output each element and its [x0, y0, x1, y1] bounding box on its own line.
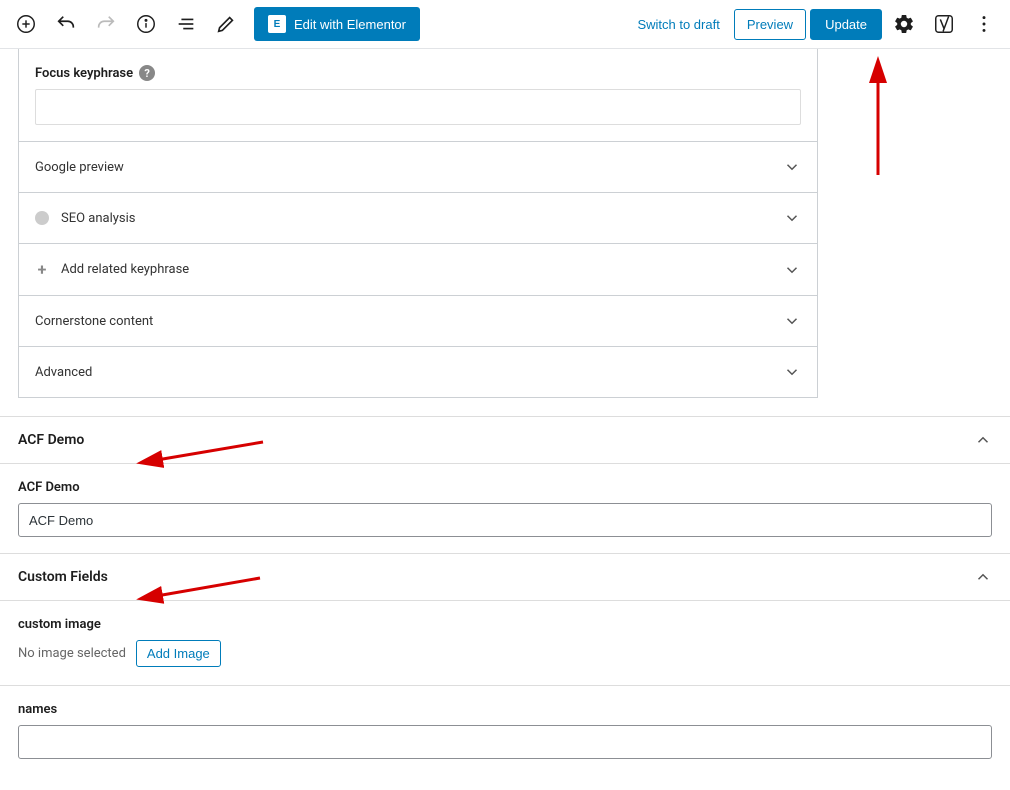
- seo-analysis-row[interactable]: SEO analysis: [19, 193, 817, 244]
- acf-demo-panel-body: ACF Demo: [0, 464, 1010, 553]
- cornerstone-label: Cornerstone content: [35, 314, 153, 329]
- advanced-row[interactable]: Advanced: [19, 347, 817, 397]
- yoast-seo-panel: Focus keyphrase ? Google preview SEO ana…: [18, 49, 818, 398]
- edit-icon[interactable]: [208, 6, 244, 42]
- chevron-down-icon: [783, 312, 801, 330]
- outline-icon[interactable]: [168, 6, 204, 42]
- google-preview-label: Google preview: [35, 160, 124, 175]
- undo-icon[interactable]: [48, 6, 84, 42]
- add-related-keyphrase-label: Add related keyphrase: [61, 262, 189, 277]
- names-field-label: names: [18, 702, 992, 717]
- elementor-button-label: Edit with Elementor: [294, 17, 406, 32]
- cornerstone-content-row[interactable]: Cornerstone content: [19, 296, 817, 347]
- annotation-arrow-update: [860, 55, 900, 185]
- chevron-up-icon: [974, 568, 992, 586]
- add-related-keyphrase-row[interactable]: + Add related keyphrase: [19, 244, 817, 296]
- plus-icon: +: [35, 260, 49, 279]
- focus-keyphrase-input[interactable]: [35, 89, 801, 125]
- yoast-icon[interactable]: [926, 6, 962, 42]
- chevron-down-icon: [783, 363, 801, 381]
- settings-gear-icon[interactable]: [886, 6, 922, 42]
- google-preview-row[interactable]: Google preview: [19, 142, 817, 193]
- custom-fields-panel-header[interactable]: Custom Fields: [0, 554, 1010, 601]
- focus-keyphrase-label: Focus keyphrase ?: [35, 65, 155, 81]
- seo-status-bullet-icon: [35, 211, 49, 225]
- help-icon[interactable]: ?: [139, 65, 155, 81]
- custom-fields-panel-body: custom image No image selected Add Image…: [0, 601, 1010, 775]
- preview-button[interactable]: Preview: [734, 9, 806, 40]
- acf-demo-field-input[interactable]: [18, 503, 992, 537]
- custom-image-row: No image selected Add Image: [18, 640, 992, 667]
- chevron-down-icon: [783, 261, 801, 279]
- toolbar-right-group: Switch to draft Preview Update: [627, 6, 1002, 42]
- add-block-icon[interactable]: [8, 6, 44, 42]
- custom-fields-panel-title: Custom Fields: [18, 569, 108, 585]
- acf-demo-field-label: ACF Demo: [18, 480, 992, 495]
- chevron-down-icon: [783, 158, 801, 176]
- toolbar-left-group: E Edit with Elementor: [8, 6, 420, 42]
- advanced-label: Advanced: [35, 365, 92, 380]
- focus-keyphrase-label-text: Focus keyphrase: [35, 66, 133, 81]
- info-icon[interactable]: [128, 6, 164, 42]
- acf-demo-panel-header[interactable]: ACF Demo: [0, 417, 1010, 464]
- seo-analysis-label: SEO analysis: [61, 211, 136, 226]
- chevron-down-icon: [783, 209, 801, 227]
- editor-top-toolbar: E Edit with Elementor Switch to draft Pr…: [0, 0, 1010, 49]
- elementor-icon: E: [268, 15, 286, 33]
- redo-icon: [88, 6, 124, 42]
- names-field-input[interactable]: [18, 725, 992, 759]
- chevron-up-icon: [974, 431, 992, 449]
- add-image-button[interactable]: Add Image: [136, 640, 221, 667]
- focus-keyphrase-section: Focus keyphrase ?: [19, 49, 817, 142]
- edit-with-elementor-button[interactable]: E Edit with Elementor: [254, 7, 420, 41]
- custom-image-field-label: custom image: [18, 617, 992, 632]
- switch-to-draft-button[interactable]: Switch to draft: [627, 9, 729, 40]
- no-image-selected-text: No image selected: [18, 646, 126, 661]
- more-options-icon[interactable]: [966, 6, 1002, 42]
- update-button[interactable]: Update: [810, 9, 882, 40]
- acf-demo-panel-title: ACF Demo: [18, 432, 84, 448]
